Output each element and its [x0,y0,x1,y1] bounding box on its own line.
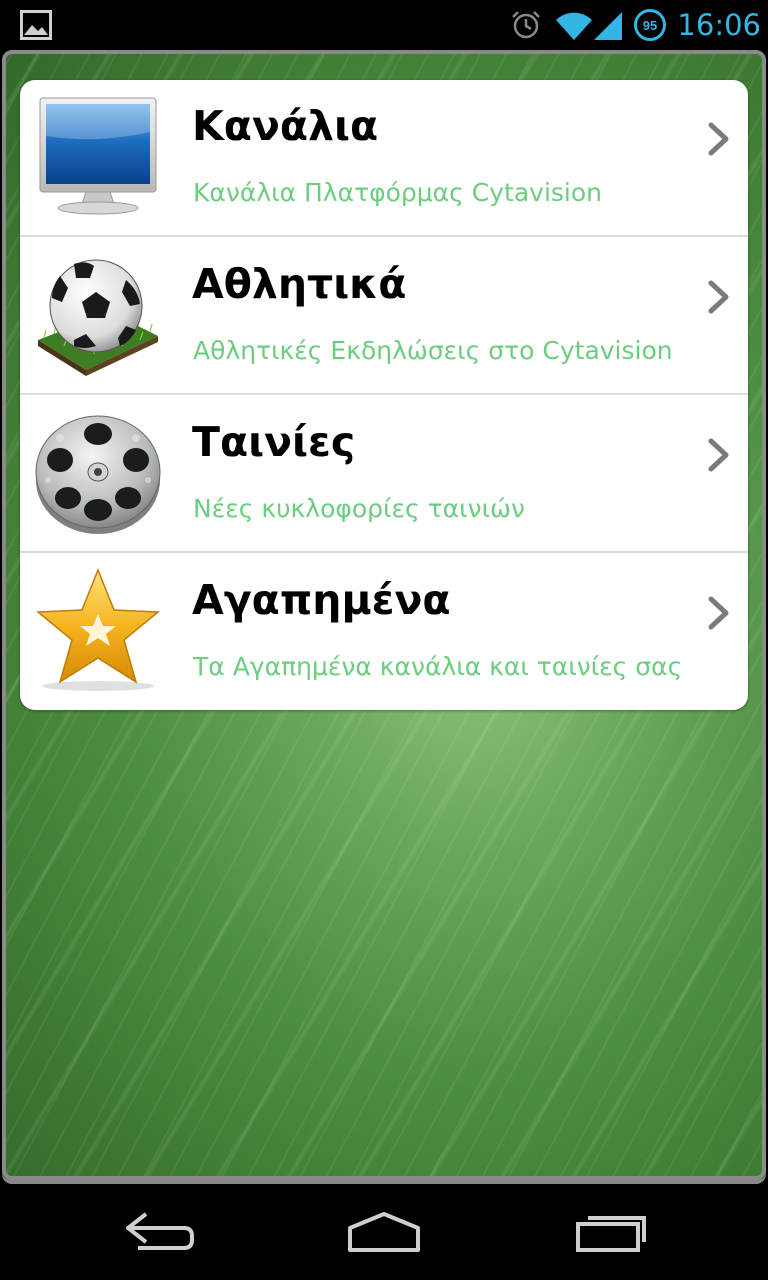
system-navigation-bar [0,1184,768,1280]
star-icon [36,567,160,691]
menu-item-subtitle: Αθλητικές Εκδηλώσεις στο Cytavision [193,336,673,365]
menu-item-title: Αθλητικά [192,260,407,308]
main-menu-list: Κανάλια Κανάλια Πλατφόρμας Cytavision Αθ… [20,80,748,710]
soccer-ball-icon [38,259,158,376]
gallery-notification-icon [20,10,52,40]
back-icon[interactable] [116,1204,206,1260]
status-clock: 16:06 [677,8,761,42]
chevron-right-icon [708,438,729,472]
wifi-icon [556,12,592,40]
menu-item-sports[interactable]: Αθλητικά Αθλητικές Εκδηλώσεις στο Cytavi… [20,238,748,395]
alarm-icon [512,11,540,39]
film-reel-icon [35,415,161,534]
chevron-right-icon [708,122,729,156]
menu-item-subtitle: Κανάλια Πλατφόρμας Cytavision [193,178,603,207]
battery-level-label: 95 [643,18,657,33]
chevron-right-icon [708,280,729,314]
menu-item-movies[interactable]: Ταινίες Νέες κυκλοφορίες ταινιών [20,396,748,553]
menu-item-subtitle: Νέες κυκλοφορίες ταινιών [193,494,525,523]
menu-item-title: Ταινίες [192,418,356,466]
tv-monitor-icon [39,97,157,215]
cell-signal-icon [594,12,622,40]
menu-item-favorites[interactable]: Αγαπημένα Τα Αγαπημένα κανάλια και ταινί… [20,554,748,710]
menu-item-channels[interactable]: Κανάλια Κανάλια Πλατφόρμας Cytavision [20,80,748,237]
menu-item-title: Κανάλια [192,102,379,150]
menu-item-subtitle: Τα Αγαπημένα κανάλια και ταινίες σας [193,652,683,681]
menu-item-title: Αγαπημένα [192,576,451,624]
chevron-right-icon [708,596,729,630]
home-icon[interactable] [340,1204,430,1260]
status-bar: 95 16:06 [0,0,768,50]
recent-apps-icon[interactable] [566,1204,656,1260]
battery-icon: 95 [634,9,666,41]
